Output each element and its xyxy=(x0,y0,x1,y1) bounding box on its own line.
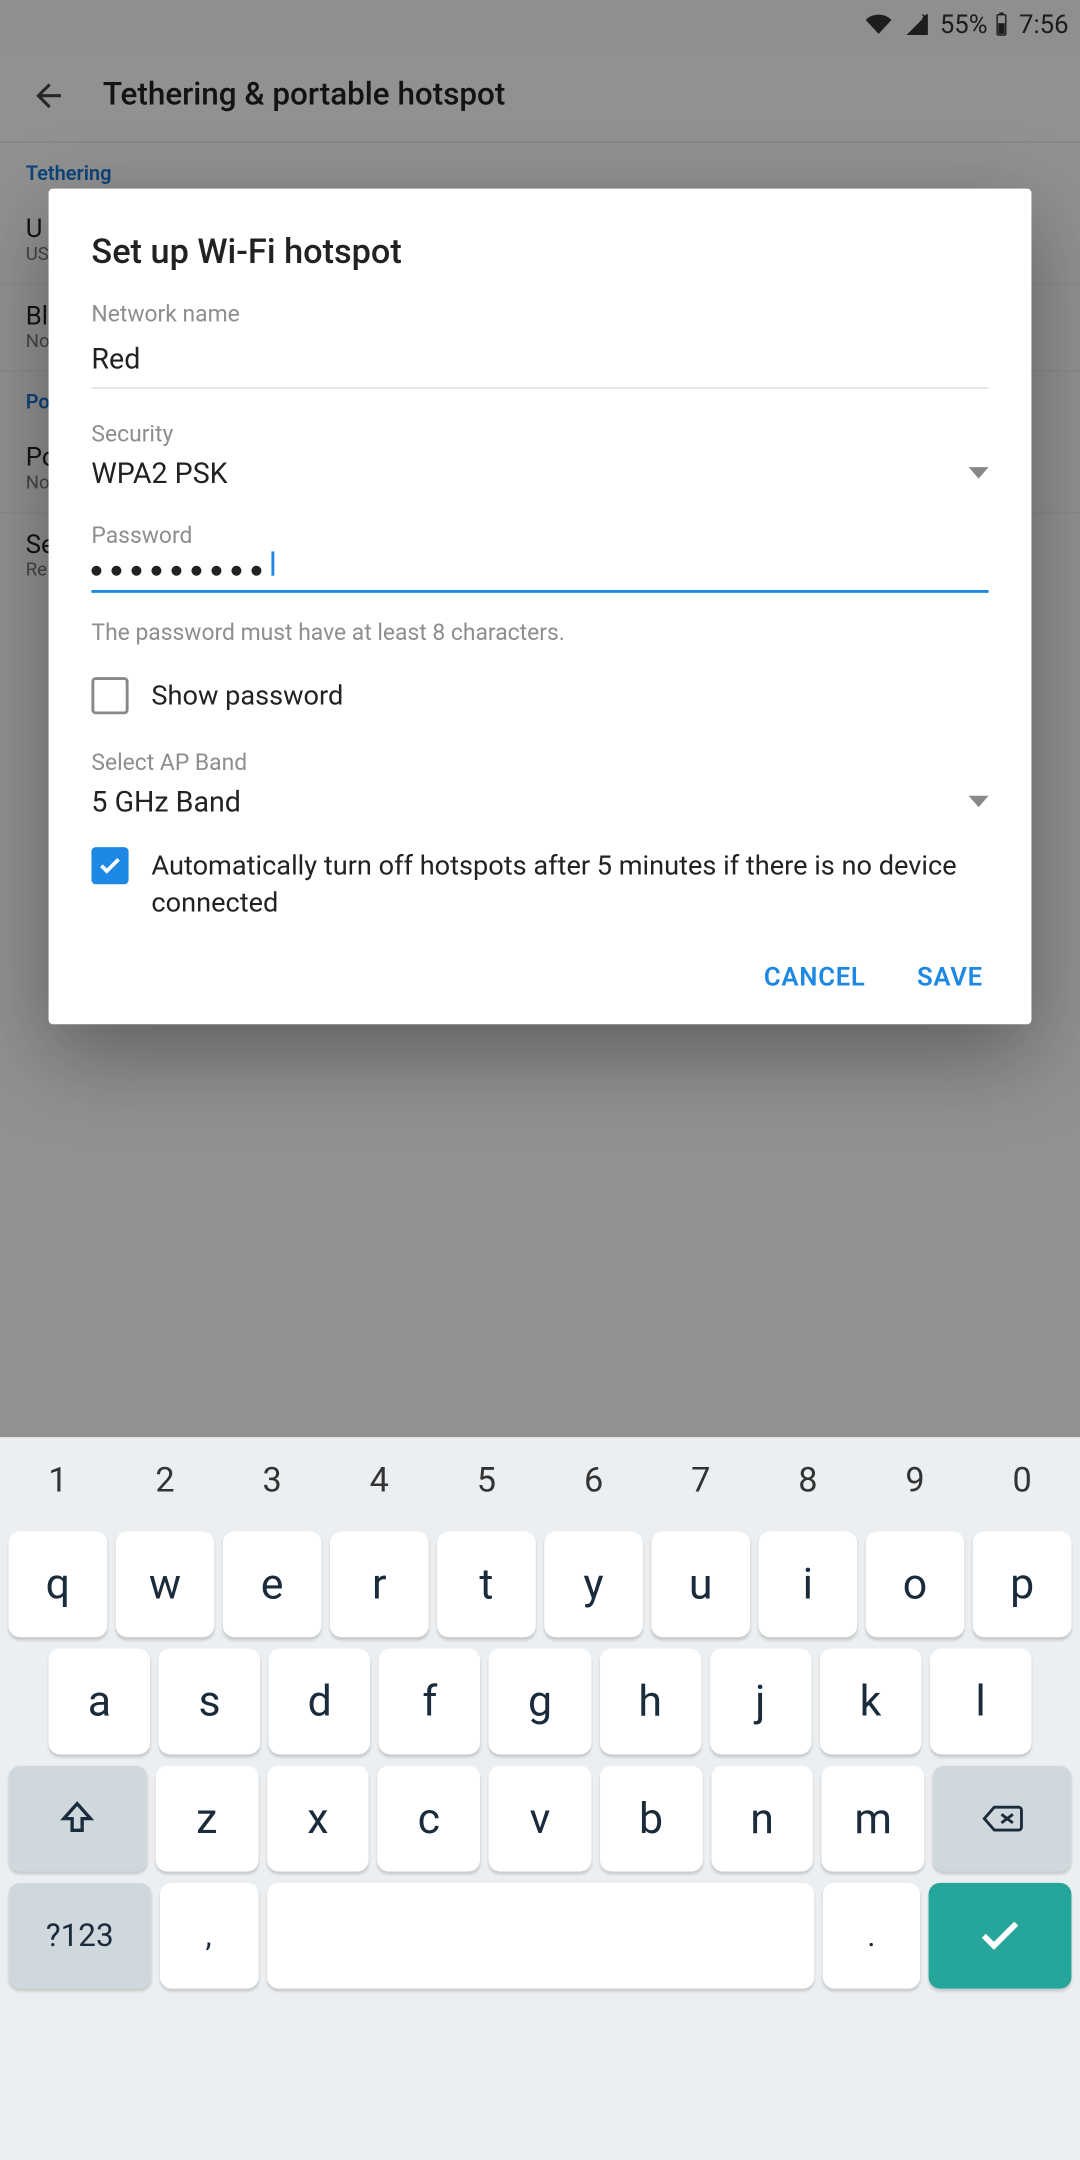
ap-band-select[interactable]: 5 GHz Band xyxy=(91,784,988,818)
key-o[interactable]: o xyxy=(866,1531,965,1637)
symbols-key[interactable]: ?123 xyxy=(9,1883,151,1989)
key-c[interactable]: c xyxy=(378,1766,481,1872)
save-button[interactable]: SAVE xyxy=(917,963,983,993)
security-select[interactable]: WPA2 PSK xyxy=(91,456,988,490)
key-j[interactable]: j xyxy=(710,1649,812,1755)
enter-key[interactable] xyxy=(929,1883,1071,1989)
show-password-checkbox[interactable] xyxy=(91,677,128,714)
chevron-down-icon xyxy=(969,467,989,478)
key-l[interactable]: l xyxy=(930,1649,1032,1755)
key-n[interactable]: n xyxy=(711,1766,814,1872)
password-helper-text: The password must have at least 8 charac… xyxy=(91,619,988,646)
show-password-label: Show password xyxy=(151,677,343,714)
backspace-icon xyxy=(979,1799,1025,1839)
network-name-input[interactable] xyxy=(91,336,988,389)
shift-icon xyxy=(58,1799,98,1839)
key-4[interactable]: 4 xyxy=(330,1446,429,1515)
key-s[interactable]: s xyxy=(159,1649,261,1755)
key-t[interactable]: t xyxy=(437,1531,536,1637)
key-p[interactable]: p xyxy=(973,1531,1072,1637)
comma-key[interactable]: , xyxy=(159,1883,257,1989)
chevron-down-icon xyxy=(969,796,989,807)
key-g[interactable]: g xyxy=(489,1649,591,1755)
key-b[interactable]: b xyxy=(600,1766,703,1872)
key-w[interactable]: w xyxy=(116,1531,215,1637)
dialog-title: Set up Wi-Fi hotspot xyxy=(91,231,988,271)
password-label: Password xyxy=(91,521,988,548)
key-6[interactable]: 6 xyxy=(544,1446,643,1515)
cancel-button[interactable]: CANCEL xyxy=(764,963,866,993)
keyboard-number-row: 1234567890 xyxy=(6,1446,1075,1515)
shift-key[interactable] xyxy=(9,1766,147,1872)
period-key[interactable]: . xyxy=(822,1883,920,1989)
key-3[interactable]: 3 xyxy=(223,1446,322,1515)
key-z[interactable]: z xyxy=(156,1766,259,1872)
backspace-key[interactable] xyxy=(933,1766,1071,1872)
spacebar-key[interactable] xyxy=(266,1883,813,1989)
ap-band-value: 5 GHz Band xyxy=(91,784,240,818)
key-u[interactable]: u xyxy=(651,1531,750,1637)
key-a[interactable]: a xyxy=(49,1649,151,1755)
key-m[interactable]: m xyxy=(822,1766,925,1872)
auto-off-checkbox[interactable] xyxy=(91,847,128,884)
auto-off-label: Automatically turn off hotspots after 5 … xyxy=(151,847,988,920)
key-i[interactable]: i xyxy=(759,1531,858,1637)
key-r[interactable]: r xyxy=(330,1531,429,1637)
key-x[interactable]: x xyxy=(267,1766,370,1872)
key-v[interactable]: v xyxy=(489,1766,592,1872)
key-2[interactable]: 2 xyxy=(116,1446,215,1515)
keyboard-bottom-row: ?123 , . xyxy=(6,1883,1075,1989)
key-0[interactable]: 0 xyxy=(973,1446,1072,1515)
key-5[interactable]: 5 xyxy=(437,1446,536,1515)
key-q[interactable]: q xyxy=(9,1531,108,1637)
keyboard-row-a: asdfghjkl xyxy=(6,1649,1075,1755)
key-f[interactable]: f xyxy=(379,1649,481,1755)
key-d[interactable]: d xyxy=(269,1649,371,1755)
keyboard-row-q: qwertyuiop xyxy=(6,1531,1075,1637)
key-8[interactable]: 8 xyxy=(759,1446,858,1515)
key-9[interactable]: 9 xyxy=(866,1446,965,1515)
keyboard-row-z: zxcvbnm xyxy=(6,1766,1075,1872)
key-y[interactable]: y xyxy=(544,1531,643,1637)
check-icon xyxy=(976,1911,1025,1960)
key-h[interactable]: h xyxy=(599,1649,701,1755)
key-e[interactable]: e xyxy=(223,1531,322,1637)
security-label: Security xyxy=(91,420,988,447)
security-value: WPA2 PSK xyxy=(91,456,227,490)
text-cursor xyxy=(271,551,274,575)
key-k[interactable]: k xyxy=(820,1649,922,1755)
network-name-label: Network name xyxy=(91,300,988,327)
password-input[interactable] xyxy=(91,557,988,593)
key-1[interactable]: 1 xyxy=(9,1446,108,1515)
wifi-hotspot-dialog: Set up Wi-Fi hotspot Network name Securi… xyxy=(49,189,1032,1025)
key-7[interactable]: 7 xyxy=(651,1446,750,1515)
ap-band-label: Select AP Band xyxy=(91,749,988,776)
soft-keyboard: 1234567890 qwertyuiop asdfghjkl zxcvbnm … xyxy=(0,1437,1080,2160)
password-masked-value xyxy=(91,566,988,576)
